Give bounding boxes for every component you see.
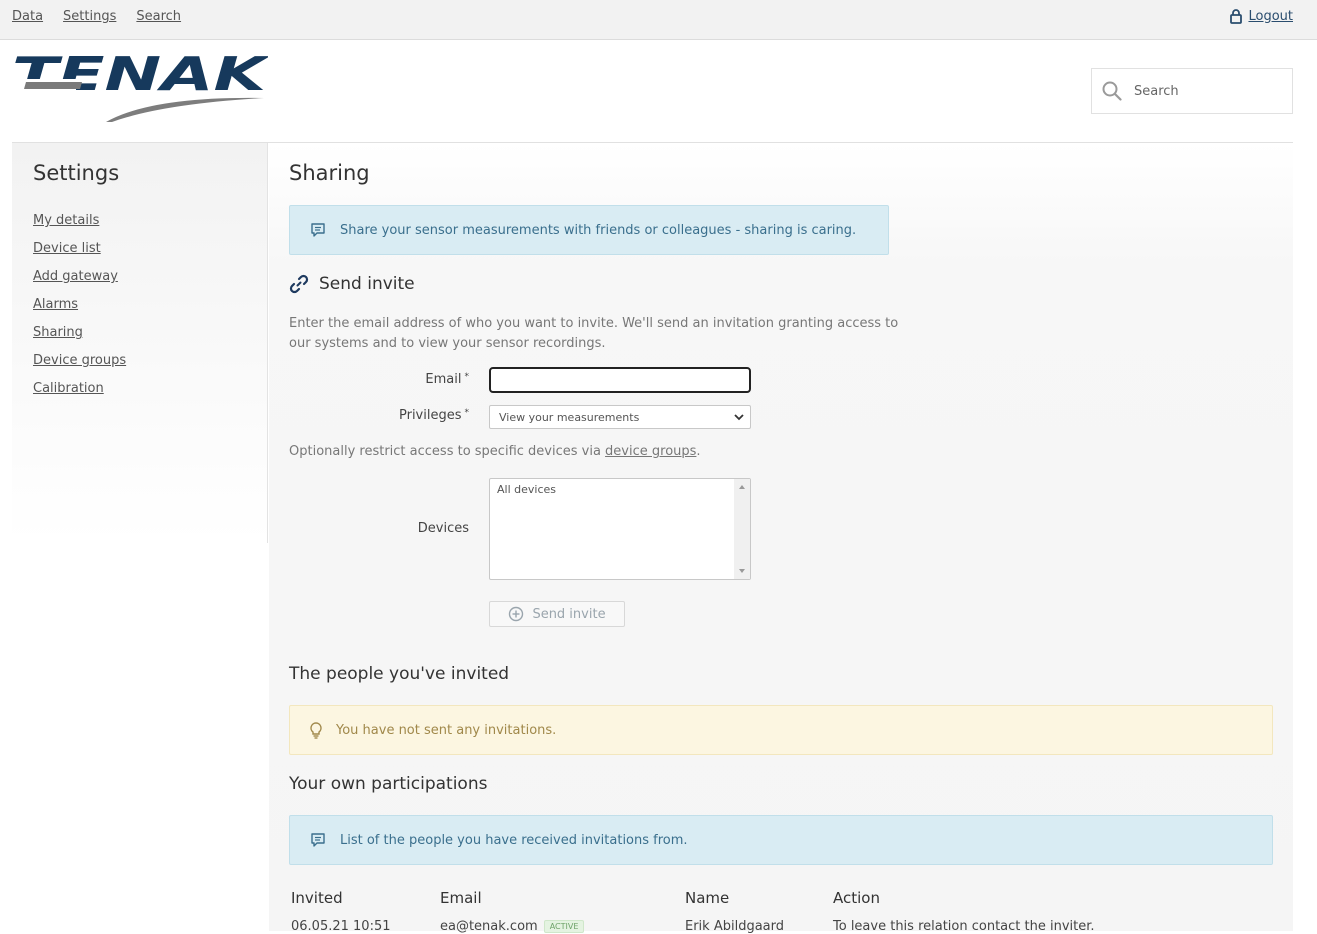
required-marker: * [464, 372, 470, 382]
participations-info-alert: List of the people you have received inv… [289, 815, 1273, 865]
logout-link[interactable]: Logout [1248, 9, 1293, 24]
lightbulb-icon [310, 721, 322, 739]
cell-action: To leave this relation contact the invit… [833, 919, 1095, 934]
privileges-selected-value: View your measurements [499, 410, 640, 424]
send-invite-button[interactable]: Send invite [489, 601, 625, 627]
column-header-action: Action [833, 889, 880, 907]
optional-restrict-text: Optionally restrict access to specific d… [289, 444, 701, 459]
no-invitations-alert: You have not sent any invitations. [289, 705, 1273, 755]
chat-icon [310, 832, 326, 848]
sidebar-item-device-list[interactable]: Device list [33, 241, 101, 256]
sidebar-menu: My details Device list Add gateway Alarm… [33, 209, 126, 405]
link-icon [289, 274, 309, 294]
sharing-info-alert: Share your sensor measurements with frie… [289, 205, 889, 255]
column-header-email: Email [440, 889, 482, 907]
privileges-label: Privileges * [289, 408, 469, 423]
cell-invited: 06.05.21 10:51 [291, 919, 391, 934]
no-invitations-text: You have not sent any invitations. [336, 722, 557, 738]
email-label: Email * [289, 372, 469, 387]
required-marker: * [464, 408, 470, 418]
device-groups-link[interactable]: device groups [605, 444, 696, 459]
svg-text:TENAK: TENAK [12, 52, 268, 101]
logout-area: Logout [1230, 9, 1293, 24]
sidebar-title: Settings [33, 161, 120, 185]
sharing-info-text: Share your sensor measurements with frie… [340, 222, 857, 238]
top-bar: Data Settings Search Logout [0, 0, 1317, 40]
participations-info-text: List of the people you have received inv… [340, 832, 688, 848]
plus-circle-icon [509, 606, 524, 622]
optional-restrict-prefix: Optionally restrict access to specific d… [289, 444, 606, 459]
devices-scrollbar[interactable] [734, 479, 750, 579]
cell-email: ea@tenak.com ACTIVE [440, 919, 585, 934]
privileges-label-text: Privileges [398, 408, 462, 423]
nav-search-link[interactable]: Search [136, 9, 181, 24]
send-invite-button-label: Send invite [532, 606, 606, 622]
email-field[interactable] [489, 367, 751, 393]
sidebar-item-add-gateway[interactable]: Add gateway [33, 269, 118, 284]
participations-heading: Your own participations [289, 774, 488, 794]
scroll-up-icon[interactable] [734, 481, 750, 493]
send-invite-heading-text: Send invite [319, 274, 415, 294]
invite-description: Enter the email address of who you want … [289, 316, 899, 351]
cell-email-text: ea@tenak.com [440, 919, 538, 934]
optional-restrict-suffix: . [696, 444, 701, 459]
search-input[interactable] [1132, 82, 1272, 100]
nav-settings-link[interactable]: Settings [63, 9, 116, 24]
devices-label: Devices [417, 521, 469, 536]
devices-option-all[interactable]: All devices [497, 483, 556, 496]
page-title: Sharing [289, 161, 370, 185]
devices-listbox[interactable]: All devices [489, 478, 751, 580]
column-header-name: Name [685, 889, 730, 907]
sidebar-item-alarms[interactable]: Alarms [33, 297, 78, 312]
tenak-logo[interactable]: TENAK [12, 47, 271, 124]
scroll-down-icon[interactable] [734, 565, 750, 577]
search-box [1091, 68, 1293, 114]
privileges-select[interactable]: View your measurements [489, 405, 751, 429]
top-nav: Data Settings Search [12, 9, 181, 24]
sidebar-item-my-details[interactable]: My details [33, 213, 99, 228]
status-badge: ACTIVE [543, 920, 585, 933]
chevron-down-icon [734, 413, 744, 420]
settings-sidebar: Settings My details Device list Add gate… [12, 143, 268, 543]
column-header-invited: Invited [291, 889, 343, 907]
sharing-content: Sharing Share your sensor measurements w… [269, 143, 1293, 934]
chat-icon [310, 222, 326, 238]
sidebar-item-sharing[interactable]: Sharing [33, 325, 83, 340]
lock-icon [1230, 9, 1243, 24]
cell-name: Erik Abildgaard [685, 919, 785, 934]
invited-heading: The people you've invited [289, 664, 510, 684]
send-invite-heading: Send invite [289, 274, 415, 294]
nav-data-link[interactable]: Data [12, 9, 43, 24]
sidebar-item-device-groups[interactable]: Device groups [33, 353, 126, 368]
search-icon [1102, 81, 1122, 101]
sidebar-item-calibration[interactable]: Calibration [33, 381, 104, 396]
email-label-text: Email [425, 372, 462, 387]
